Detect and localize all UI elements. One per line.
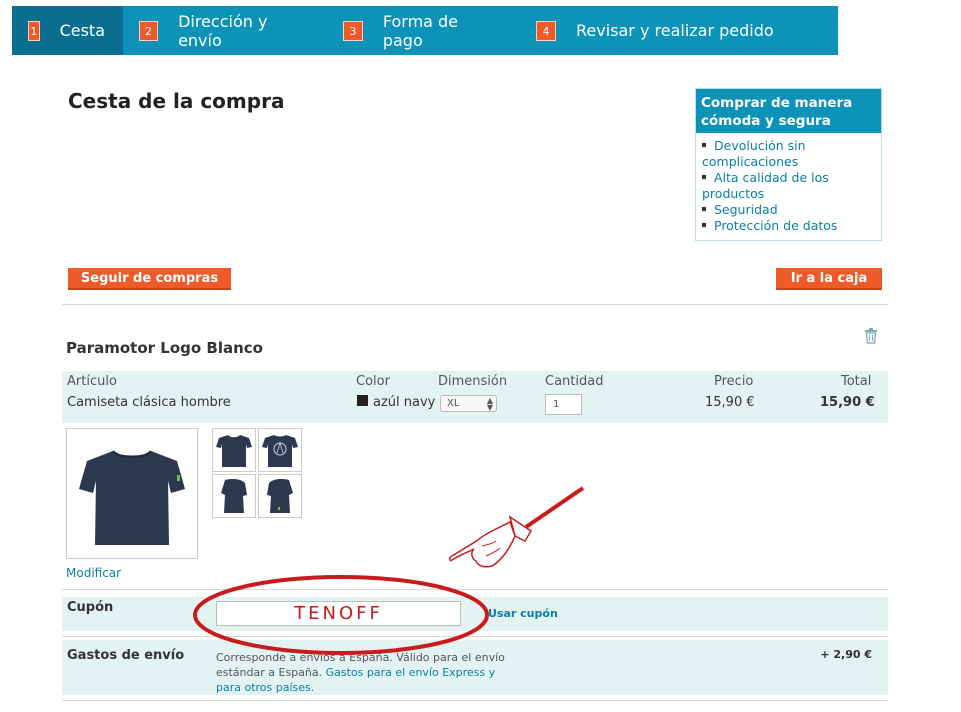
divider (62, 589, 888, 590)
divider (62, 304, 888, 305)
col-article-header: Artículo (67, 374, 117, 389)
trust-link-returns[interactable]: Devolución sin complicaciones (702, 138, 806, 169)
step-label: Cesta (59, 21, 105, 40)
step-number: 4 (536, 20, 556, 41)
cart-page: 1 Cesta 2 Dirección y envío 3 Forma de p… (0, 0, 961, 712)
step-direccion[interactable]: 2 Dirección y envío (123, 6, 327, 55)
page-title: Cesta de la compra (68, 89, 285, 113)
trust-link-security[interactable]: Seguridad (714, 202, 778, 217)
tshirt-side-thumb (267, 479, 293, 513)
trust-box-title: Comprar de manera cómoda y segura (696, 89, 881, 133)
trust-list: Devolución sin complicaciones Alta calid… (696, 133, 881, 234)
coupon-row (62, 597, 888, 631)
trust-item[interactable]: Devolución sin complicaciones (702, 138, 877, 170)
tshirt-front-image (79, 450, 185, 545)
bullet-icon (702, 143, 706, 147)
pointing-hand-icon (448, 486, 585, 568)
bullet-icon (702, 175, 706, 179)
bullet-icon (702, 223, 706, 227)
col-color-header: Color (356, 374, 390, 389)
size-select[interactable]: XL ▲ ▼ (440, 395, 497, 412)
trust-item[interactable]: Alta calidad de los productos (702, 170, 877, 202)
trust-item[interactable]: Seguridad (702, 202, 877, 218)
bullet-icon (702, 207, 706, 211)
updown-arrows-icon: ▲ ▼ (486, 396, 493, 412)
step-cesta[interactable]: 1 Cesta (12, 6, 123, 55)
color-swatch (357, 395, 368, 406)
color-name: azúl navy (373, 395, 436, 410)
article-name: Camiseta clásica hombre (67, 395, 231, 410)
col-price-header: Precio (714, 374, 754, 389)
trust-box: Comprar de manera cómoda y segura Devolu… (695, 88, 882, 241)
col-quantity-header: Cantidad (545, 374, 604, 389)
step-number: 3 (343, 20, 363, 41)
shipping-description: Corresponde a envíos a España. Válido pa… (216, 650, 506, 695)
step-pago[interactable]: 3 Forma de pago (327, 6, 520, 55)
quantity-input[interactable] (545, 394, 582, 415)
trash-icon[interactable] (864, 328, 878, 344)
apply-coupon-button[interactable]: Usar cupón (488, 607, 558, 620)
step-number: 1 (28, 20, 40, 41)
col-total-header: Total (841, 374, 872, 389)
step-label: Dirección y envío (178, 11, 268, 50)
checkout-button[interactable]: Ir a la caja (776, 268, 882, 290)
product-image[interactable] (66, 428, 198, 559)
trust-link-privacy[interactable]: Protección de datos (714, 218, 837, 233)
divider (62, 700, 888, 701)
unit-price: 15,90 € (705, 395, 755, 410)
product-thumb-back[interactable] (258, 428, 302, 472)
tshirt-front-thumb (216, 435, 252, 467)
checkout-steps: 1 Cesta 2 Dirección y envío 3 Forma de p… (12, 6, 838, 55)
product-thumb-front[interactable] (212, 428, 256, 472)
trust-link-quality[interactable]: Alta calidad de los productos (702, 170, 829, 201)
divider (62, 636, 888, 637)
product-title: Paramotor Logo Blanco (66, 339, 263, 357)
modify-link[interactable]: Modificar (66, 566, 121, 580)
tshirt-side-thumb (221, 479, 247, 513)
step-revisar[interactable]: 4 Revisar y realizar pedido (520, 6, 792, 55)
coupon-input[interactable] (216, 601, 461, 626)
product-thumb-left[interactable] (212, 474, 256, 518)
step-label: Revisar y realizar pedido (576, 21, 774, 40)
step-label: Forma de pago (382, 11, 459, 50)
size-select-value: XL (447, 398, 460, 409)
trust-item[interactable]: Protección de datos (702, 218, 877, 234)
product-thumb-right[interactable] (258, 474, 302, 518)
coupon-label: Cupón (67, 600, 114, 615)
continue-shopping-button[interactable]: Seguir de compras (68, 268, 231, 290)
tshirt-back-thumb (262, 435, 298, 467)
line-total: 15,90 € (820, 395, 875, 410)
col-size-header: Dimensión (438, 374, 508, 389)
step-number: 2 (139, 20, 159, 41)
shipping-price: + 2,90 € (820, 648, 872, 661)
shipping-label: Gastos de envío (67, 648, 185, 663)
